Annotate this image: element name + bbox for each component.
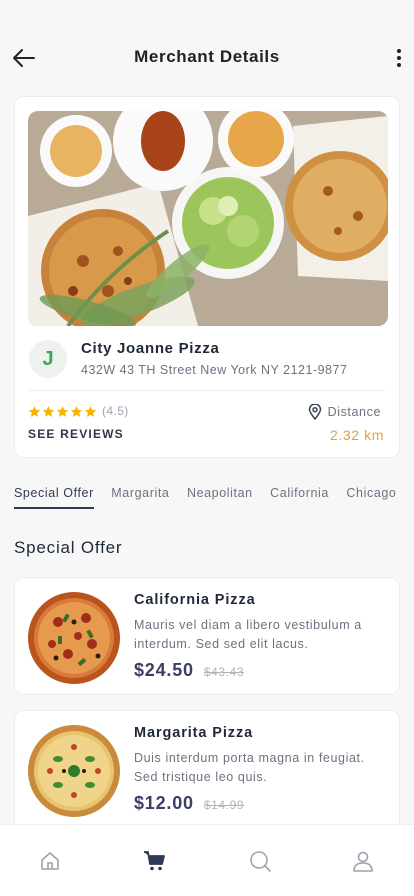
nav-search[interactable] (248, 849, 272, 873)
more-options-button[interactable] (392, 46, 406, 70)
star-icon (84, 405, 97, 417)
price-row: $24.50 $43.43 (134, 660, 244, 681)
product-name: Margarita Pizza (134, 725, 254, 741)
user-icon (353, 851, 373, 872)
more-vertical-icon (397, 49, 401, 53)
product-old-price: $43.43 (203, 665, 245, 679)
merchant-logo-letter: J (42, 347, 54, 370)
star-icon (56, 405, 69, 417)
tab-margarita[interactable]: Margarita (111, 486, 169, 507)
margarita-pizza-image (28, 725, 120, 817)
tab-special-offer[interactable]: Special Offer (14, 486, 94, 509)
star-icon (70, 405, 83, 417)
product-name: California Pizza (134, 592, 256, 608)
home-icon (41, 852, 59, 870)
product-card[interactable]: California Pizza Mauris vel diam a liber… (14, 577, 400, 695)
nav-profile[interactable] (351, 849, 375, 873)
merchant-logo: J (29, 340, 67, 378)
star-icon (42, 405, 55, 417)
tab-chicago[interactable]: Chicago (346, 486, 396, 507)
header: Merchant Details (0, 0, 414, 96)
location-pin-icon (308, 404, 321, 420)
distance-value: 2.32 km (330, 427, 384, 443)
search-icon (250, 851, 271, 872)
distance-label: Distance (308, 404, 381, 420)
nav-cart[interactable] (143, 849, 167, 873)
price-row: $12.00 $14.99 (134, 793, 244, 814)
section-title: Special Offer (14, 538, 123, 557)
page-title: Merchant Details (134, 47, 280, 66)
product-description: Duis interdum porta magna in feugiat. Se… (134, 751, 365, 784)
rating-stars: (4.5) (28, 404, 129, 418)
nav-home[interactable] (38, 849, 62, 873)
distance-label-text: Distance (327, 405, 381, 419)
merchant-card: J City Joanne Pizza 432W 43 TH Street Ne… (14, 96, 400, 458)
product-old-price: $14.99 (203, 798, 245, 812)
merchant-address: 432W 43 TH Street New York NY 2121-9877 (81, 363, 348, 377)
product-description: Mauris vel diam a libero vestibulum a in… (134, 618, 362, 651)
cart-icon (144, 851, 165, 871)
merchant-hero-image (28, 111, 388, 326)
product-price: $24.50 (134, 660, 194, 680)
california-pizza-image (28, 592, 120, 684)
merchant-name: City Joanne Pizza (81, 340, 220, 357)
product-price: $12.00 (134, 793, 194, 813)
tab-california[interactable]: California (270, 486, 329, 507)
see-reviews-link[interactable]: SEE REVIEWS (28, 427, 124, 441)
bottom-nav (0, 824, 414, 896)
rating-value: (4.5) (102, 404, 129, 418)
divider (28, 390, 386, 391)
star-icon (28, 405, 41, 417)
category-tabs: Special Offer Margarita Neapolitan Calif… (14, 484, 414, 510)
tab-neapolitan[interactable]: Neapolitan (187, 486, 253, 507)
product-card[interactable]: Margarita Pizza Duis interdum porta magn… (14, 710, 400, 838)
